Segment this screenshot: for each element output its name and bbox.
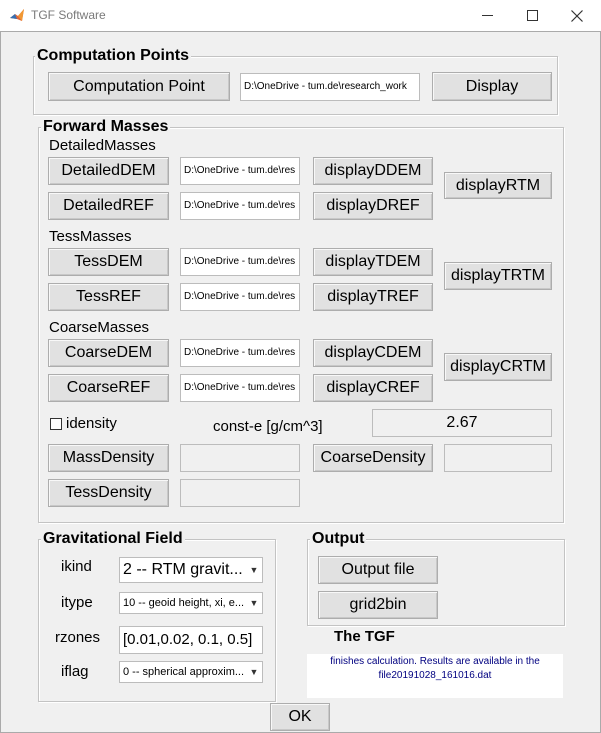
coarse-dem-button[interactable]: CoarseDEM (48, 339, 169, 367)
itype-select[interactable]: 10 -- geoid height, xi, e... ▼ (119, 592, 263, 614)
chevron-down-icon: ▼ (249, 598, 259, 608)
detailed-masses-heading: DetailedMasses (49, 137, 156, 154)
itype-value: 10 -- geoid height, xi, e... (123, 597, 245, 609)
computation-point-button[interactable]: Computation Point (48, 72, 230, 101)
mass-density-field[interactable] (180, 444, 300, 472)
maximize-icon (526, 10, 538, 21)
idensity-checkbox[interactable] (50, 418, 62, 430)
tess-dem-button[interactable]: TessDEM (48, 248, 169, 276)
ikind-value: 2 -- RTM gravit... (123, 561, 243, 578)
coarse-ref-button[interactable]: CoarseREF (48, 374, 169, 402)
computation-point-path-field[interactable]: D:\OneDrive - tum.de\research_work (240, 73, 420, 101)
ikind-select[interactable]: 2 -- RTM gravit... ▼ (119, 557, 263, 583)
coarse-masses-heading: CoarseMasses (49, 319, 150, 336)
minimize-button[interactable] (464, 0, 510, 31)
itype-label: itype (61, 594, 93, 611)
detailed-ref-path-field[interactable]: D:\OneDrive - tum.de\res (180, 192, 300, 220)
forward-masses-title: Forward Masses (41, 118, 171, 136)
output-file-button[interactable]: Output file (318, 556, 438, 584)
tess-ref-button[interactable]: TessREF (48, 283, 169, 311)
display-cref-button[interactable]: displayCREF (313, 374, 433, 402)
grid2bin-button[interactable]: grid2bin (318, 591, 438, 619)
coarse-ref-path-field[interactable]: D:\OneDrive - tum.de\res (180, 374, 300, 402)
detailed-dem-path-field[interactable]: D:\OneDrive - tum.de\res (180, 157, 300, 185)
display-button[interactable]: Display (432, 72, 552, 101)
rzones-field[interactable]: [0.01,0.02, 0.1, 0.5] (119, 626, 263, 654)
chevron-down-icon: ▼ (249, 667, 259, 677)
tgf-label: The TGF (334, 628, 395, 645)
rzones-label: rzones (55, 629, 101, 646)
display-dref-button[interactable]: displayDREF (313, 192, 433, 220)
iflag-value: 0 -- spherical approxim... (123, 666, 245, 678)
coarse-density-button[interactable]: CoarseDensity (313, 444, 433, 472)
coarse-dem-path-field[interactable]: D:\OneDrive - tum.de\res (180, 339, 300, 367)
display-rtm-button[interactable]: displayRTM (444, 172, 552, 199)
display-trtm-button[interactable]: displayTRTM (444, 262, 552, 290)
iflag-select[interactable]: 0 -- spherical approxim... ▼ (119, 661, 263, 683)
coarse-density-field[interactable] (444, 444, 552, 472)
tess-masses-heading: TessMasses (49, 228, 132, 245)
ikind-label: ikind (61, 558, 92, 575)
status-line-2: file20191028_161016.dat (378, 670, 492, 681)
status-line-1: finishes calculation. Results are availa… (330, 656, 540, 667)
status-message: finishes calculation. Results are availa… (307, 654, 563, 698)
iflag-label: iflag (61, 663, 89, 680)
minimize-icon (481, 15, 493, 16)
const-density-field[interactable]: 2.67 (372, 409, 552, 437)
title-bar: TGF Software (0, 0, 601, 31)
detailed-ref-button[interactable]: DetailedREF (48, 192, 169, 220)
chevron-down-icon: ▼ (249, 565, 259, 575)
computation-points-title: Computation Points (35, 47, 191, 65)
tess-dem-path-field[interactable]: D:\OneDrive - tum.de\res (180, 248, 300, 276)
display-cdem-button[interactable]: displayCDEM (313, 339, 433, 367)
display-crtm-button[interactable]: displayCRTM (444, 353, 552, 381)
gravitational-field-title: Gravitational Field (41, 530, 185, 548)
display-ddem-button[interactable]: displayDDEM (313, 157, 433, 185)
maximize-button[interactable] (509, 0, 555, 31)
idensity-label: idensity (66, 415, 117, 432)
matlab-logo-icon (10, 9, 24, 21)
window-title: TGF Software (31, 8, 106, 22)
ok-button[interactable]: OK (270, 703, 330, 731)
close-button[interactable] (554, 0, 600, 31)
close-icon (571, 9, 583, 22)
mass-density-button[interactable]: MassDensity (48, 444, 169, 472)
output-title: Output (310, 530, 367, 548)
detailed-dem-button[interactable]: DetailedDEM (48, 157, 169, 185)
display-tref-button[interactable]: displayTREF (313, 283, 433, 311)
tess-density-button[interactable]: TessDensity (48, 479, 169, 507)
tess-density-field[interactable] (180, 479, 300, 507)
const-density-label: const-e [g/cm^3] (213, 418, 323, 435)
display-tdem-button[interactable]: displayTDEM (313, 248, 433, 276)
tess-ref-path-field[interactable]: D:\OneDrive - tum.de\res (180, 283, 300, 311)
